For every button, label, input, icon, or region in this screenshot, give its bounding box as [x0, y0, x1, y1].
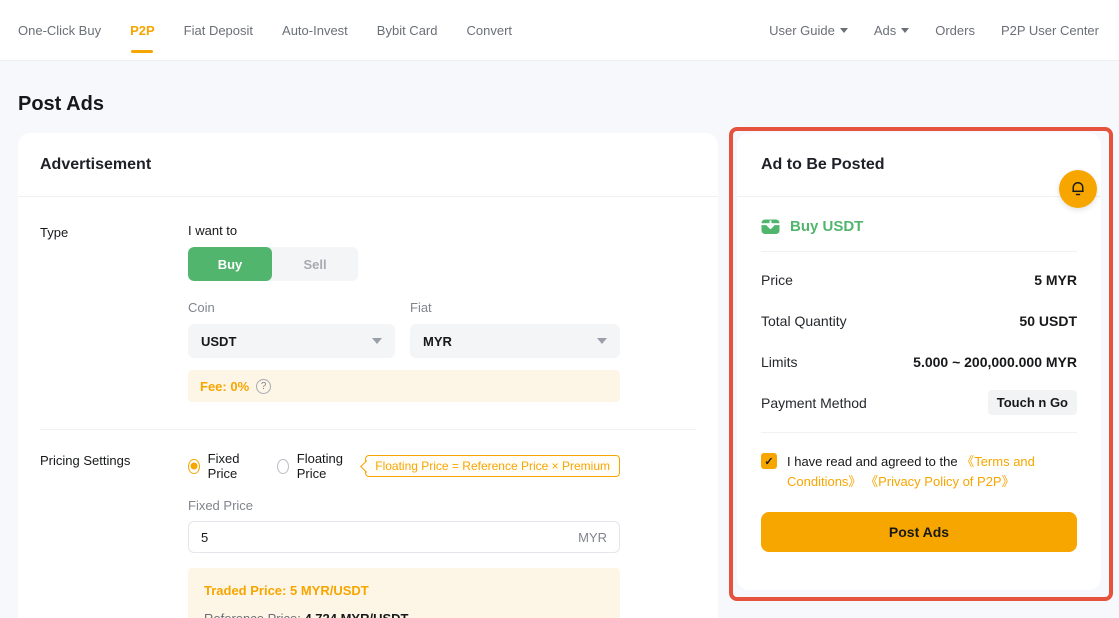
pricing-section: Pricing Settings Fixed Price Floating Pr… [18, 430, 718, 618]
chevron-down-icon [840, 28, 848, 33]
nav-item-auto-invest[interactable]: Auto-Invest [282, 0, 348, 61]
nav-item-label: Auto-Invest [282, 23, 348, 38]
row-label: Price [761, 272, 793, 288]
nav-item-p2p[interactable]: P2P [130, 0, 155, 61]
nav-item-label: Orders [935, 23, 975, 38]
fee-text: Fee: 0% [200, 379, 249, 394]
nav-item-user-guide[interactable]: User Guide [769, 0, 848, 61]
payment-method-badge: Touch n Go [988, 390, 1077, 415]
nav-item-p2p-user-center[interactable]: P2P User Center [1001, 0, 1099, 61]
post-ads-button[interactable]: Post Ads [761, 512, 1077, 552]
privacy-policy-link[interactable]: 《Privacy Policy of P2P》 [865, 474, 1015, 489]
coin-select[interactable]: USDT [188, 324, 395, 358]
radio-checked-icon [188, 459, 200, 474]
nav-item-label: One-Click Buy [18, 23, 101, 38]
ad-summary-title: Ad to Be Posted [761, 156, 885, 174]
fiat-select-value: MYR [423, 334, 452, 349]
question-mark-icon[interactable]: ? [256, 379, 271, 394]
fixed-price-radio[interactable]: Fixed Price [188, 451, 256, 481]
price-info-box: Traded Price: 5 MYR/USDT Reference Price… [188, 568, 620, 618]
ad-summary-header: Ad to Be Posted [737, 133, 1101, 197]
agreement-row: ✓ I have read and agreed to the 《Terms a… [761, 433, 1077, 492]
chevron-down-icon [372, 338, 382, 344]
advertisement-card-header: Advertisement [18, 133, 718, 197]
coin-label: Coin [188, 300, 395, 315]
reference-price-text: Reference Price: 4.724 MYR/USDT [204, 611, 604, 618]
type-section: Type I want to Buy Sell Coin USDT Fiat [18, 197, 718, 402]
reference-price-value: 4.724 MYR/USDT [304, 611, 408, 618]
coin-select-value: USDT [201, 334, 236, 349]
fee-banner: Fee: 0% ? [188, 370, 620, 402]
fixed-price-unit: MYR [578, 530, 607, 545]
advertisement-title: Advertisement [40, 156, 151, 174]
summary-row-payment-method: Payment Method Touch n Go [761, 382, 1077, 423]
summary-row-price: Price 5 MYR [761, 259, 1077, 300]
nav-item-one-click-buy[interactable]: One-Click Buy [18, 0, 101, 61]
buy-sell-toggle: Buy Sell [188, 247, 358, 281]
nav-item-fiat-deposit[interactable]: Fiat Deposit [184, 0, 253, 61]
ad-side-row: Buy USDT [761, 197, 1077, 252]
fixed-price-radio-label: Fixed Price [208, 451, 256, 481]
nav-item-label: Convert [467, 23, 513, 38]
top-navbar: One-Click Buy P2P Fiat Deposit Auto-Inve… [0, 0, 1119, 61]
nav-item-ads[interactable]: Ads [874, 0, 909, 61]
row-value: 5.000 ~ 200,000.000 MYR [913, 354, 1077, 370]
chevron-down-icon [597, 338, 607, 344]
row-value: 5 MYR [1034, 272, 1077, 288]
nav-item-label: P2P [130, 23, 155, 38]
floating-price-hint-tag: Floating Price = Reference Price × Premi… [365, 455, 620, 477]
nav-item-label: Fiat Deposit [184, 23, 253, 38]
traded-price-text: Traded Price: 5 MYR/USDT [204, 583, 604, 598]
summary-row-total-quantity: Total Quantity 50 USDT [761, 300, 1077, 341]
row-value: 50 USDT [1019, 313, 1077, 329]
nav-item-label: P2P User Center [1001, 23, 1099, 38]
nav-item-orders[interactable]: Orders [935, 0, 975, 61]
nav-item-label: User Guide [769, 23, 835, 38]
agreement-checkbox[interactable]: ✓ [761, 453, 777, 469]
fixed-price-input-wrap: MYR [188, 521, 620, 553]
fixed-price-field-label: Fixed Price [188, 498, 620, 513]
advertisement-card: Advertisement Type I want to Buy Sell Co… [18, 133, 718, 618]
notification-bell-button[interactable] [1059, 170, 1097, 208]
i-want-to-label: I want to [188, 223, 620, 238]
nav-item-label: Ads [874, 23, 896, 38]
bell-icon [1068, 179, 1088, 199]
row-label: Total Quantity [761, 313, 847, 329]
fiat-select[interactable]: MYR [410, 324, 620, 358]
nav-item-convert[interactable]: Convert [467, 0, 513, 61]
fiat-label: Fiat [410, 300, 620, 315]
nav-item-bybit-card[interactable]: Bybit Card [377, 0, 438, 61]
page-title: Post Ads [18, 93, 104, 116]
agreement-text: I have read and agreed to the 《Terms and… [787, 452, 1077, 492]
nav-left-group: One-Click Buy P2P Fiat Deposit Auto-Inve… [18, 0, 512, 61]
floating-price-radio-label: Floating Price [297, 451, 356, 481]
reference-price-label: Reference Price: [204, 611, 301, 618]
radio-unchecked-icon [277, 459, 289, 474]
ad-side-text: Buy USDT [790, 218, 863, 235]
row-label: Payment Method [761, 395, 867, 411]
ad-summary-card: Ad to Be Posted Buy USDT Price 5 MYR Tot… [737, 133, 1101, 590]
nav-right-group: User Guide Ads Orders P2P User Center [769, 0, 1099, 61]
chevron-down-icon [901, 28, 909, 33]
row-label: Limits [761, 354, 798, 370]
buy-toggle-button[interactable]: Buy [188, 247, 272, 281]
buy-deposit-icon [761, 218, 780, 235]
pricing-section-label: Pricing Settings [40, 451, 188, 618]
agreement-prefix: I have read and agreed to the [787, 454, 958, 469]
sell-toggle-button[interactable]: Sell [272, 247, 358, 281]
type-section-label: Type [40, 223, 188, 402]
summary-row-limits: Limits 5.000 ~ 200,000.000 MYR [761, 341, 1077, 382]
fixed-price-input[interactable] [201, 530, 501, 545]
floating-price-radio[interactable]: Floating Price [277, 451, 356, 481]
nav-item-label: Bybit Card [377, 23, 438, 38]
